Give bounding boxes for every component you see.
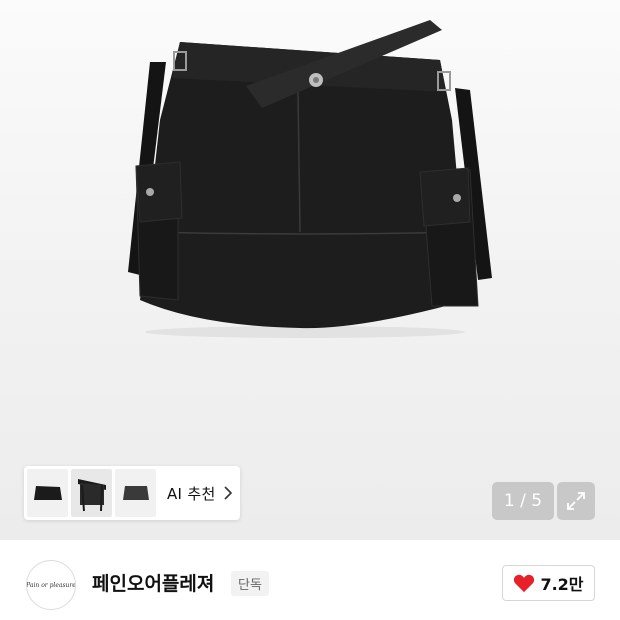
thumbnail-skirt-2[interactable] [115, 469, 156, 517]
thumbnail-skirt-1[interactable] [27, 469, 68, 517]
belt-thumbnail-icon [77, 479, 106, 512]
ai-recommend-label[interactable]: AI 추천 [167, 483, 216, 504]
ai-recommend-strip[interactable]: AI 추천 [24, 466, 240, 520]
chevron-right-icon[interactable] [223, 486, 236, 500]
like-count: 7.2만 [540, 575, 584, 594]
image-page-counter: 1 / 5 [492, 482, 554, 520]
skirt-thumbnail-icon [122, 486, 149, 500]
expand-arrows-icon [567, 492, 585, 510]
brand-name[interactable]: 페인오어플레져 [92, 569, 214, 596]
heart-icon [514, 574, 535, 593]
skirt-thumbnail-icon [33, 486, 62, 500]
like-button[interactable]: 7.2만 [502, 565, 595, 601]
brand-logo-text: Pain or pleasure [26, 581, 76, 589]
expand-button[interactable] [557, 482, 595, 520]
brand-bar: Pain or pleasure 페인오어플레져 단독 7.2만 [0, 540, 620, 620]
product-image[interactable]: AI 추천 1 / 5 [0, 0, 620, 540]
exclusive-badge: 단독 [231, 571, 269, 596]
thumbnail-belt[interactable] [71, 469, 112, 517]
brand-logo[interactable]: Pain or pleasure [26, 560, 76, 610]
product-photo-skirt [128, 20, 492, 338]
